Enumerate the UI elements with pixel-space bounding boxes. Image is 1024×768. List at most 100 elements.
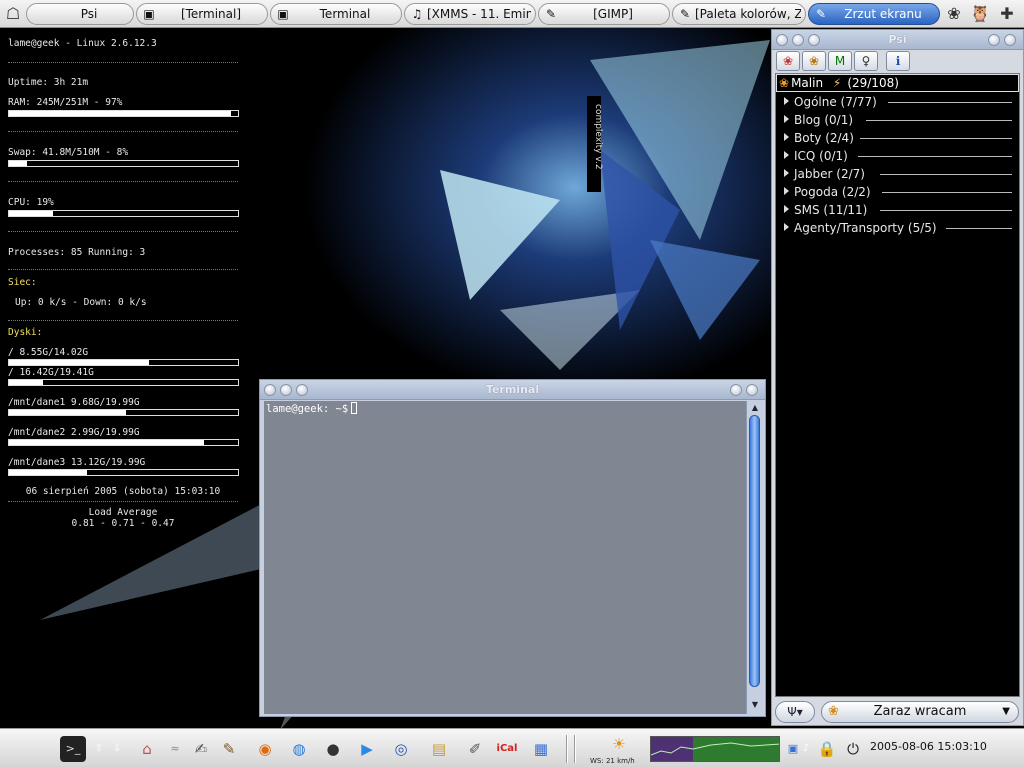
divider <box>8 181 238 182</box>
home-folder-icon[interactable]: ⌂ <box>134 736 160 762</box>
expand-arrow-icon <box>784 151 789 159</box>
ram-bar <box>8 110 239 117</box>
media-player-icon[interactable]: ● <box>320 736 346 762</box>
divider <box>8 269 238 270</box>
network-icon[interactable]: ≈ <box>162 736 188 762</box>
play-icon[interactable]: ▶ <box>354 736 380 762</box>
away-status-icon: ❀ <box>828 704 839 719</box>
gimp-icon: ✎ <box>679 7 691 21</box>
roster-group[interactable]: ICQ (0/1) <box>784 147 848 165</box>
quicktime-icon[interactable]: ◎ <box>388 736 414 762</box>
weather-icon[interactable]: ☀ <box>606 731 632 757</box>
disk-label: / 8.55G/14.02G <box>8 347 89 358</box>
minimize-button[interactable] <box>988 34 1000 46</box>
show-away-icon[interactable]: ❀ <box>802 51 826 71</box>
disk-label: / 16.42G/19.41G <box>8 367 94 378</box>
task-xmms[interactable]: ♫ [XMMS - 11. Eminem <box>404 3 536 25</box>
cpu-label: CPU: 19% <box>8 197 54 208</box>
lock-icon[interactable]: 🔒 <box>814 736 840 762</box>
disk-label: /mnt/dane1 9.68G/19.99G <box>8 397 140 408</box>
firefox-icon[interactable]: ◉ <box>252 736 278 762</box>
task-terminal-1[interactable]: ▣ [Terminal] <box>136 3 268 25</box>
psi-menu-button[interactable]: Ψ▾ <box>775 701 815 723</box>
task-screenshot[interactable]: ✎ Zrzut ekranu <box>808 3 940 25</box>
disks-title: Dyski: <box>8 327 43 338</box>
terminal-scrollbar[interactable]: ▲ ▼ <box>746 401 762 714</box>
close-button[interactable] <box>1004 34 1016 46</box>
window-title: Terminal <box>485 383 540 396</box>
browser-globe-icon[interactable]: ◍ <box>286 736 312 762</box>
puzzle-icon[interactable]: ✚ <box>996 3 1018 25</box>
roster-group[interactable]: SMS (11/11) <box>784 201 867 219</box>
office-icon[interactable]: ✎ <box>216 736 242 762</box>
uptime-text: Uptime: 3h 21m <box>8 77 89 88</box>
volume-icon[interactable]: ♪ <box>800 736 812 762</box>
scroll-thumb[interactable] <box>749 415 760 687</box>
panel-clock[interactable]: 2005-08-06 15:03:10 <box>870 740 1020 753</box>
expand-arrow-icon <box>784 169 789 177</box>
group-divider <box>858 156 1012 157</box>
desktop-up-icon[interactable]: ⇧ <box>92 736 106 762</box>
group-divider <box>882 192 1012 193</box>
disk-label: /mnt/dane3 13.12G/19.99G <box>8 457 146 468</box>
close-button[interactable] <box>746 384 758 396</box>
status-text: Zaraz wracam <box>873 704 967 719</box>
terminal-launcher-icon[interactable]: >_ <box>60 736 86 762</box>
text-cursor <box>351 402 358 414</box>
roster-group[interactable]: Boty (2/4) <box>784 129 854 147</box>
group-divider <box>880 174 1012 175</box>
monitor-header: lame@geek - Linux 2.6.12.3 <box>8 38 157 49</box>
task-gimp[interactable]: ✎ [GIMP] <box>538 3 670 25</box>
ical-icon[interactable]: iCal <box>494 736 520 762</box>
chevron-down-icon: ▼ <box>1002 706 1010 717</box>
xmms-icon: ♫ <box>411 7 423 21</box>
scroll-up-icon[interactable]: ▲ <box>750 403 760 413</box>
task-gimp-palette[interactable]: ✎ [Paleta kolorów, Ze <box>672 3 806 25</box>
apple-menu-icon[interactable] <box>28 736 54 762</box>
cpu-load-graph[interactable] <box>650 736 780 762</box>
roster-group[interactable]: Agenty/Transporty (5/5) <box>784 219 937 237</box>
roster-group[interactable]: Blog (0/1) <box>784 111 853 129</box>
terminal-titlebar[interactable]: Terminal <box>260 380 765 400</box>
date-time-text: 06 sierpień 2005 (sobota) 15:03:10 <box>25 486 221 497</box>
network-speed: Up: 0 k/s - Down: 0 k/s <box>15 297 147 308</box>
show-offline-icon[interactable]: ❀ <box>776 51 800 71</box>
expand-arrow-icon <box>784 133 789 141</box>
task-psi[interactable]: Psi <box>26 3 134 25</box>
group-divider <box>866 120 1012 121</box>
gimp-icon: ✎ <box>815 7 827 21</box>
disk-bar <box>8 379 239 386</box>
info-icon[interactable]: ℹ <box>886 51 910 71</box>
menu-launcher-icon[interactable]: ☖ <box>2 3 24 25</box>
show-self-icon[interactable]: ♀ <box>854 51 878 71</box>
system-settings-icon[interactable]: ▦ <box>528 736 554 762</box>
svg-text:complexity v.2: complexity v.2 <box>593 104 603 170</box>
status-dropdown[interactable]: ❀ Zaraz wracam ▼ <box>821 701 1019 723</box>
divider <box>8 62 238 63</box>
power-icon[interactable]: ⏻ <box>840 736 866 762</box>
minimize-button[interactable] <box>730 384 742 396</box>
psi-titlebar[interactable]: Psi <box>772 30 1023 50</box>
terminal-icon: ▣ <box>277 7 289 21</box>
desktop-down-icon[interactable]: ⇩ <box>110 736 124 762</box>
clipboard-icon[interactable]: ▤ <box>426 736 452 762</box>
drawing-tools-icon[interactable]: ✐ <box>462 736 488 762</box>
psi-tray-icon[interactable]: ❀ <box>943 3 965 25</box>
load-average-values: 0.81 - 0.71 - 0.47 <box>71 518 175 529</box>
psi-toolbar: ❀ ❀ M ♀ ℹ <box>774 51 1021 73</box>
task-terminal-2[interactable]: ▣ Terminal <box>270 3 402 25</box>
panel-separator <box>574 735 576 763</box>
scroll-down-icon[interactable]: ▼ <box>750 700 760 710</box>
roster-group[interactable]: Jabber (2/7) <box>784 165 865 183</box>
text-editor-icon[interactable]: ✍ <box>188 736 214 762</box>
roster-group[interactable]: Pogoda (2/2) <box>784 183 871 201</box>
roster-account-row[interactable]: ❀ Malin ⚡ (29/108) <box>776 74 1019 92</box>
group-divider <box>888 102 1012 103</box>
owl-icon[interactable]: 🦉 <box>969 3 991 25</box>
terminal-text-area[interactable]: lame@geek: ~$ <box>264 401 746 714</box>
expand-arrow-icon <box>784 223 789 231</box>
network-status-icon[interactable]: ▣ <box>786 736 800 762</box>
show-agents-icon[interactable]: M <box>828 51 852 71</box>
expand-arrow-icon <box>784 97 789 105</box>
roster-group[interactable]: Ogólne (7/77) <box>784 93 877 111</box>
